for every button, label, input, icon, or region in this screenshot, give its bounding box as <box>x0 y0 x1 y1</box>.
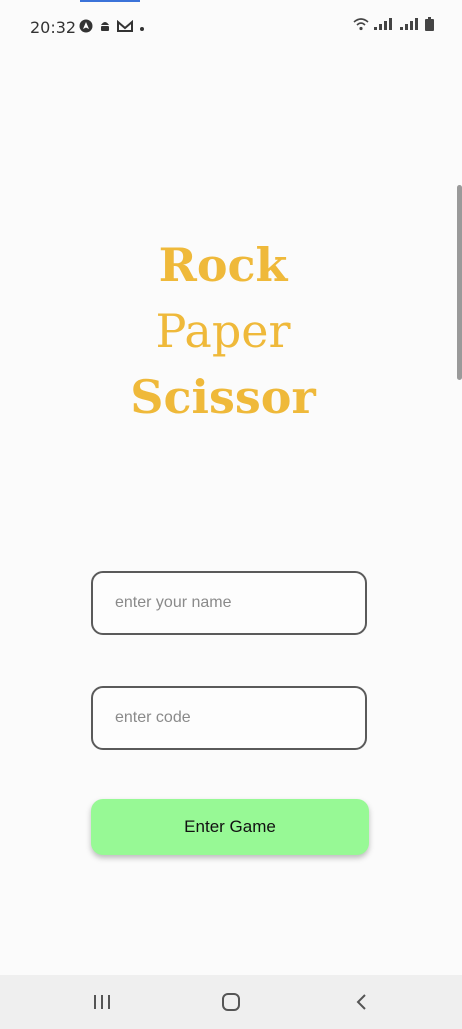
battery-icon <box>425 17 434 34</box>
navigation-bar <box>0 975 462 1029</box>
app-screen: 20:32 Rock Paper Scissor enter your name… <box>0 0 462 1029</box>
status-icons-right <box>353 17 434 34</box>
name-input[interactable] <box>93 573 365 633</box>
android-icon <box>99 19 111 36</box>
status-icons-left <box>79 19 145 36</box>
status-bar: 20:32 <box>0 0 462 56</box>
name-field-container <box>91 571 367 635</box>
wifi-icon <box>353 17 369 34</box>
scrollbar-thumb[interactable] <box>457 185 462 380</box>
signal-icon-1 <box>373 17 395 34</box>
code-field-container <box>91 686 367 750</box>
status-time: 20:32 <box>30 18 77 37</box>
mail-icon <box>117 19 133 35</box>
home-icon[interactable] <box>211 987 251 1017</box>
dot-icon <box>139 21 145 35</box>
app-title: Rock Paper Scissor <box>0 232 446 430</box>
enter-game-button[interactable]: Enter Game <box>91 799 369 855</box>
navigation-icon <box>79 19 93 36</box>
back-icon[interactable] <box>341 987 381 1017</box>
recents-icon[interactable] <box>82 987 122 1017</box>
signal-icon-2 <box>399 17 421 34</box>
title-line-scissor: Scissor <box>130 370 316 424</box>
code-input[interactable] <box>93 688 365 748</box>
title-line-rock: Rock <box>158 238 288 292</box>
title-line-paper: Paper <box>155 304 291 358</box>
